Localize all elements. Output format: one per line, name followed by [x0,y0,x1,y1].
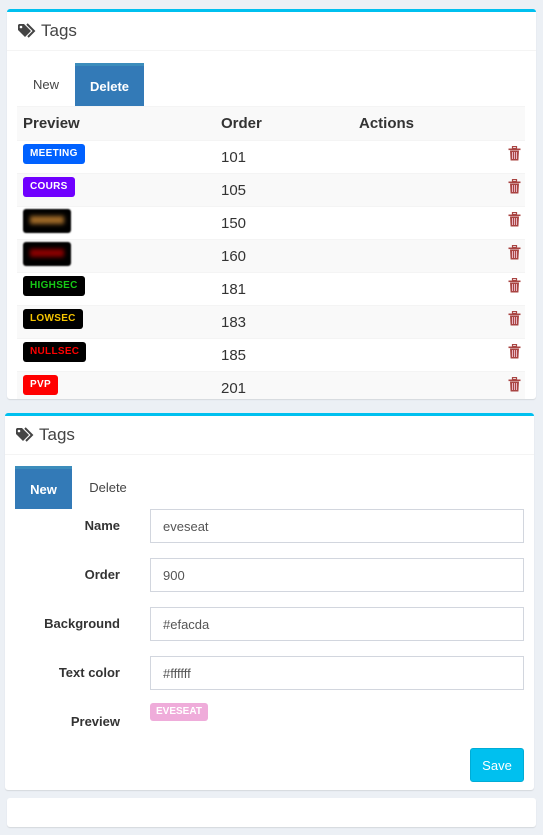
table-row: LOWSEC 183 [17,305,525,339]
actions-cell [353,372,525,400]
column-header-order: Order [221,115,262,132]
tag-preview-badge: EVESEAT [150,703,208,721]
tags-icon [16,427,34,442]
tags-table: Preview Order Actions MEETING 101 COURS 105… [17,106,525,399]
tab-new[interactable]: New [15,466,72,509]
tag-badge: NULLSEC [23,342,87,362]
actions-cell [353,174,525,207]
table-row: PVP 201 [17,371,525,400]
table-row: COURS 105 [17,173,525,207]
order-label: Order [84,567,120,582]
tab-delete[interactable]: Delete [72,466,144,509]
actions-cell [353,141,525,174]
trash-icon[interactable] [508,245,521,260]
actions-cell [353,207,525,240]
table-row: HIGHSEC 181 [17,272,525,306]
actions-cell [353,306,525,339]
column-header-preview: Preview [23,115,80,132]
tag-badge: LOWSEC [23,309,83,329]
actions-cell [353,273,525,306]
name-row: Name [5,509,534,543]
name-input[interactable] [150,509,524,543]
background-row: Background [5,607,534,641]
empty-panel [7,798,536,827]
save-button[interactable]: Save [470,748,524,782]
preview-cell: MEETING [17,141,215,174]
column-header-actions: Actions [359,115,415,132]
trash-icon[interactable] [508,311,521,326]
tag-badge [23,209,71,233]
order-cell: 150 [221,215,247,232]
panel-header: Tags [5,416,534,455]
panel-header: Tags [7,12,536,51]
preview-label: Preview [70,714,120,729]
tag-badge: HIGHSEC [23,276,85,296]
preview-cell [17,207,215,240]
preview-cell: HIGHSEC [17,273,215,306]
panel-title: Tags [39,425,75,444]
table-row: 160 [17,239,525,273]
text-color-label: Text color [58,665,120,680]
tags-icon [18,23,36,38]
tag-badge [23,242,71,266]
tag-badge: MEETING [23,144,85,164]
order-cell: 183 [221,314,247,331]
tags-list-panel: Tags New Delete Preview Order Actions ME… [7,9,536,399]
trash-icon[interactable] [508,146,521,161]
order-cell: 105 [221,182,247,199]
text-color-row: Text color [5,656,534,690]
order-input[interactable] [150,558,524,592]
name-label: Name [84,518,120,533]
text-color-input[interactable] [150,656,524,690]
trash-icon[interactable] [508,377,521,392]
preview-cell: NULLSEC [17,339,215,372]
preview-cell: PVP [17,372,215,400]
actions-cell [353,339,525,372]
tab-delete[interactable]: Delete [75,63,144,106]
tab-bar: New Delete [15,466,534,509]
tag-badge: COURS [23,177,75,197]
order-cell: 201 [221,380,247,397]
table-row: 150 [17,206,525,240]
trash-icon[interactable] [508,278,521,293]
table-header-row: Preview Order Actions [17,106,525,141]
preview-cell [17,240,215,273]
order-row: Order [5,558,534,592]
trash-icon[interactable] [508,212,521,227]
trash-icon[interactable] [508,179,521,194]
preview-cell: LOWSEC [17,306,215,339]
background-label: Background [44,616,120,631]
new-tag-panel: Tags New Delete Name Order Background Te… [5,413,534,790]
background-input[interactable] [150,607,524,641]
table-row: NULLSEC 185 [17,338,525,372]
order-cell: 181 [221,281,247,298]
order-cell: 101 [221,149,247,166]
order-cell: 160 [221,248,247,265]
tab-new[interactable]: New [17,63,75,106]
trash-icon[interactable] [508,344,521,359]
actions-cell [353,240,525,273]
tab-bar: New Delete [17,63,536,106]
tag-badge: PVP [23,375,58,395]
preview-row: Preview [5,705,534,739]
panel-title: Tags [41,21,77,40]
table-row: MEETING 101 [17,140,525,174]
order-cell: 185 [221,347,247,364]
preview-cell: COURS [17,174,215,207]
